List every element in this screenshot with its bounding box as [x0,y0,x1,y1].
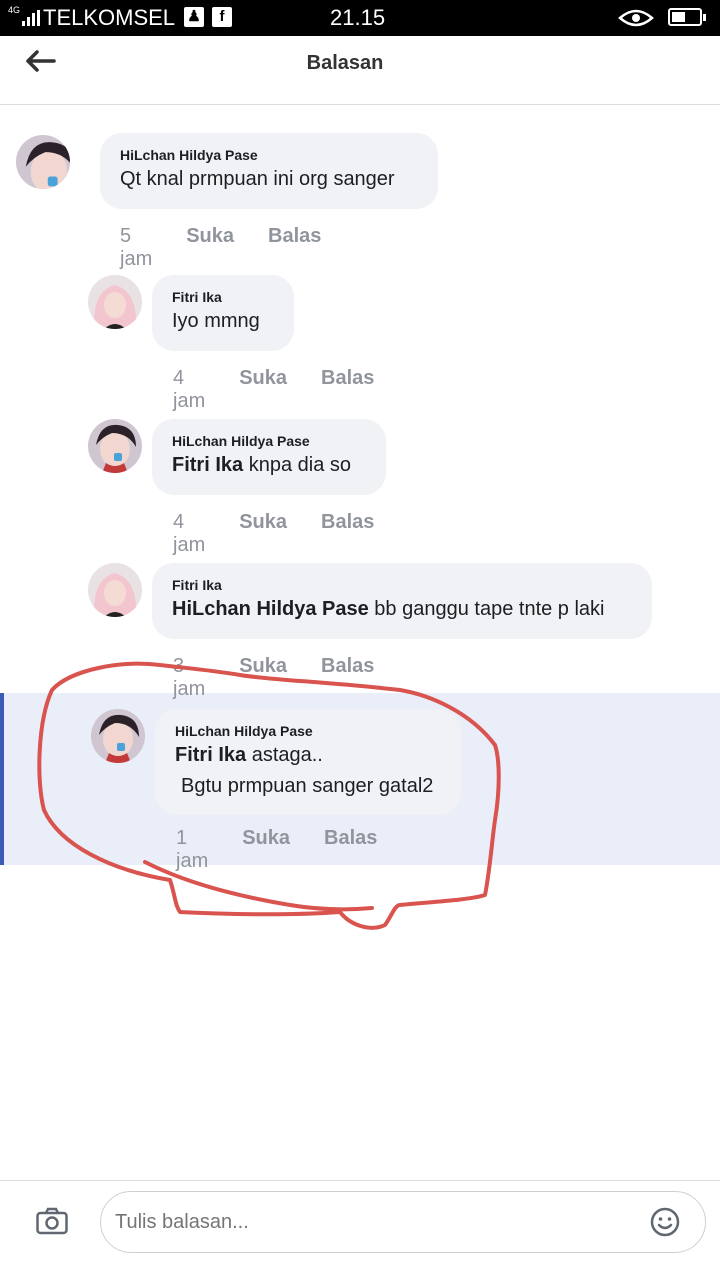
reply-button[interactable]: Balas [321,511,374,557]
notification-icon: ♟ [184,7,204,27]
comment-bubble: Fitri Ika Iyo mmng [152,275,294,351]
mention-link[interactable]: Fitri Ika [172,454,243,476]
avatar[interactable] [88,563,142,617]
like-button[interactable]: Suka [186,225,234,271]
comment-time: 5 jam [120,225,153,270]
comment-time: 1 jam [176,827,209,872]
comment-text-line2: Bgtu prmpuan sanger gatal2 [181,775,434,797]
comment-bubble: HiLchan Hildya Pase Qt knal prmpuan ini … [100,133,438,209]
avatar[interactable] [88,275,142,329]
comment-time: 4 jam [173,367,206,412]
reply-button[interactable]: Balas [321,655,374,701]
reply-button[interactable]: Balas [324,827,377,873]
facebook-icon: f [212,7,232,27]
comment-body: knpa dia so [243,454,351,476]
comment-body: Iyo mmng [172,310,260,332]
battery-icon [668,8,706,26]
comment-text: Qt knal prmpuan ini org sanger [120,168,418,191]
comment-body: bb ganggu tape tnte p laki [368,598,605,620]
avatar[interactable] [91,709,145,763]
comment-actions: 4 jam Suka Balas [173,367,374,413]
camera-icon[interactable] [36,1207,68,1235]
avatar[interactable] [16,135,70,189]
comment-time: 3 jam [173,655,206,700]
page-title: Balasan [306,52,384,74]
comment-author[interactable]: Fitri Ika [172,289,274,305]
comment-thread: HiLchan Hildya Pase Qt knal prmpuan ini … [0,105,720,1180]
comment-text: HiLchan Hildya Pase bb ganggu tape tnte … [172,598,632,621]
comment-body: astaga.. [246,744,323,766]
mention-link[interactable]: HiLchan Hildya Pase [172,598,369,620]
comment-author[interactable]: Fitri Ika [172,577,632,593]
avatar[interactable] [88,419,142,473]
mention-link[interactable]: Fitri Ika [175,744,246,766]
comment-text: Fitri Ika knpa dia so [172,454,366,477]
comment-author[interactable]: HiLchan Hildya Pase [175,723,441,739]
clock: 21.15 [330,5,386,30]
smiley-icon[interactable] [650,1207,680,1237]
comment-actions: 3 jam Suka Balas [173,655,374,701]
battery-level [672,12,685,22]
comment-text: Iyo mmng [172,310,274,333]
status-bar: 4G TELKOMSEL ♟ f 21.15 [0,0,720,36]
comment-actions: 5 jam Suka Balas [120,225,321,271]
reply-bar [0,1180,720,1281]
comment-time: 4 jam [173,511,206,556]
comment-bubble: HiLchan Hildya Pase Fitri Ika astaga.. B… [155,709,461,815]
like-button[interactable]: Suka [239,367,287,413]
like-button[interactable]: Suka [239,655,287,701]
comment-author[interactable]: HiLchan Hildya Pase [172,433,366,449]
like-button[interactable]: Suka [242,827,290,873]
eye-icon [618,9,654,27]
comment-bubble: Fitri Ika HiLchan Hildya Pase bb ganggu … [152,563,652,639]
reply-button[interactable]: Balas [321,367,374,413]
reply-input[interactable] [100,1191,706,1253]
like-button[interactable]: Suka [239,511,287,557]
comment-actions: 4 jam Suka Balas [173,511,374,557]
comment-body: Qt knal prmpuan ini org sanger [120,168,395,190]
comment-text: Fitri Ika astaga.. [175,744,441,767]
carrier-name: TELKOMSEL [43,5,176,30]
comment-actions: 1 jam Suka Balas [176,827,377,873]
network-type: 4G [8,5,21,15]
signal-icon [22,10,40,26]
comment-author[interactable]: HiLchan Hildya Pase [120,147,418,163]
reply-button[interactable]: Balas [268,225,321,271]
app-header: Balasan [0,36,720,105]
comment-bubble: HiLchan Hildya Pase Fitri Ika knpa dia s… [152,419,386,495]
